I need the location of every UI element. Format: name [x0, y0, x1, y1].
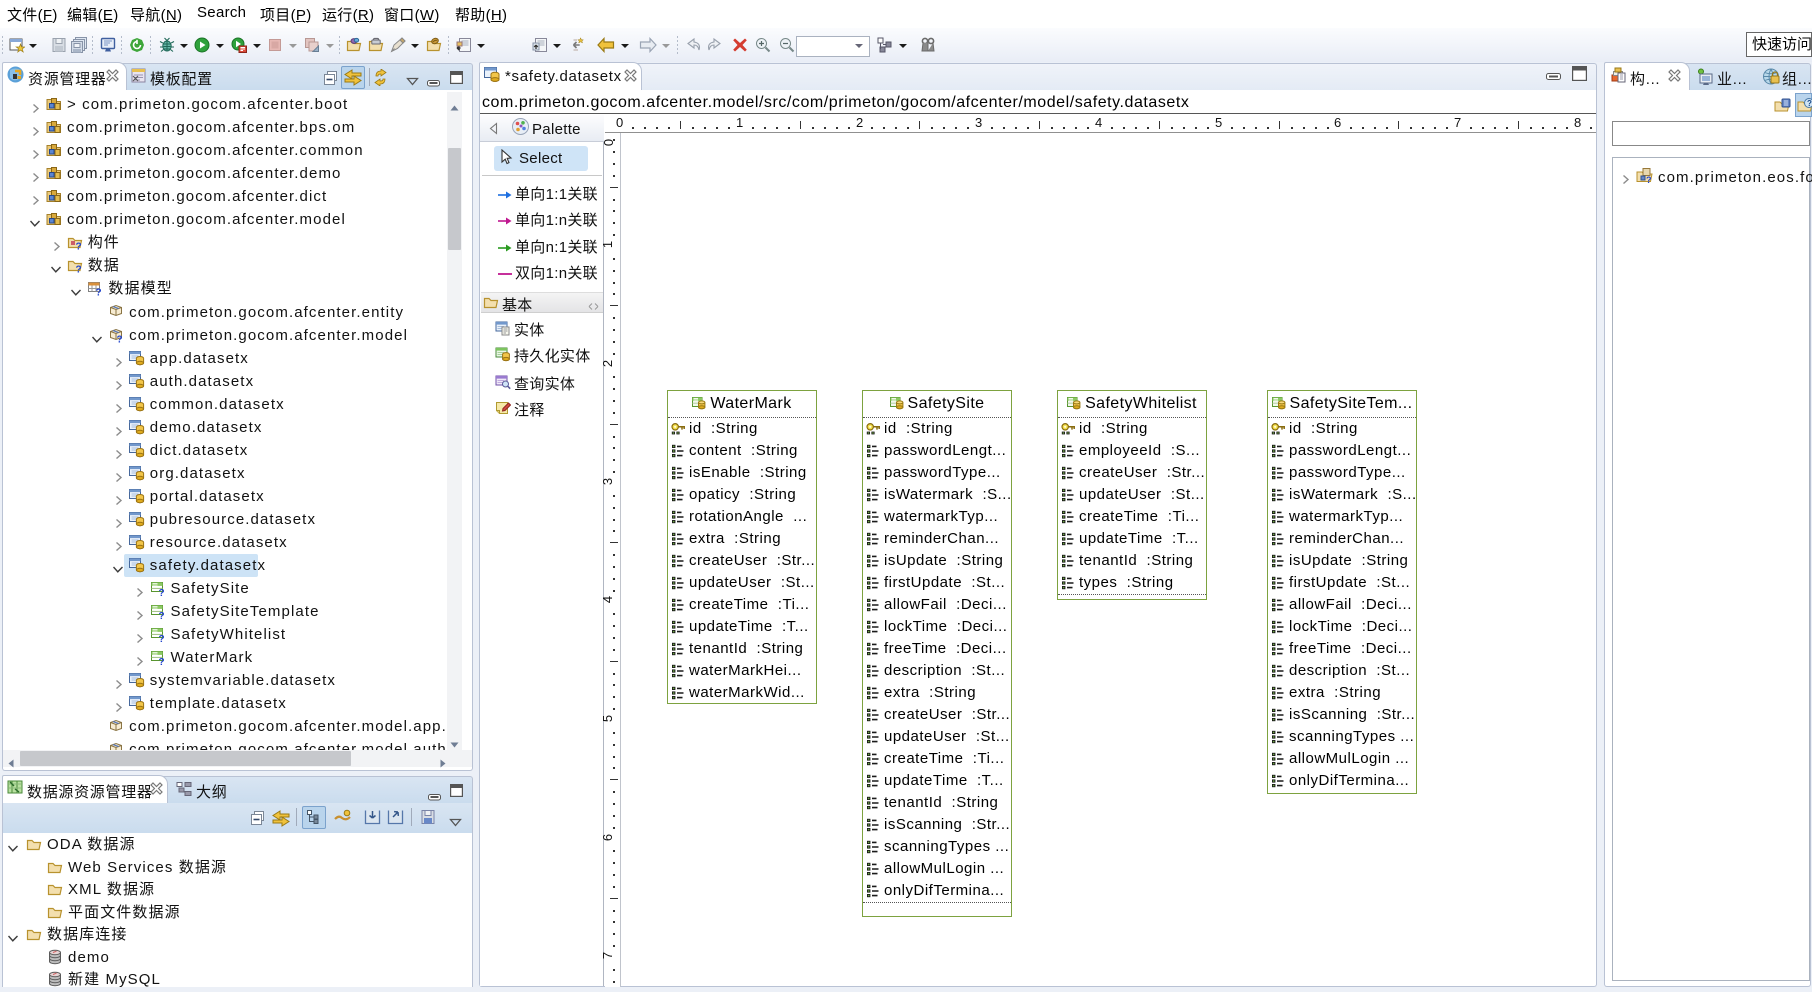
svg-text:?: ? — [96, 288, 102, 297]
svg-text:?: ? — [75, 242, 81, 251]
svg-text:?: ? — [1646, 175, 1652, 184]
svg-text:?: ? — [117, 334, 123, 343]
svg-text:?: ? — [1807, 99, 1812, 108]
svg-text:?: ? — [158, 588, 164, 596]
svg-text:?: ? — [158, 611, 164, 619]
svg-text:?: ? — [158, 634, 164, 642]
svg-text:?: ? — [158, 657, 164, 665]
svg-text:?: ? — [75, 265, 81, 274]
